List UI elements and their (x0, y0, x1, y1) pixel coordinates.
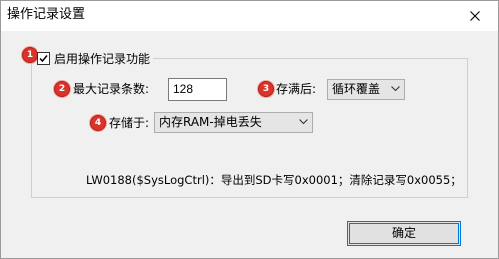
storage-select[interactable]: 内存RAM-掉电丢失 (154, 112, 313, 133)
close-button[interactable] (452, 1, 498, 31)
check-icon (39, 54, 48, 62)
title-bar[interactable]: 操作记录设置 (1, 1, 498, 31)
when-full-select[interactable]: 循环覆盖 (327, 79, 405, 100)
when-full-label: 存满后: (276, 82, 317, 96)
close-icon (470, 11, 480, 21)
badge-1: 1 (22, 47, 38, 63)
storage-label: 存储于: (109, 116, 150, 130)
when-full-value: 循环覆盖 (332, 82, 381, 96)
max-records-label: 最大记录条数: (73, 82, 150, 96)
enable-logging-toggle[interactable]: 启用操作记录功能 (37, 49, 154, 67)
badge-2: 2 (54, 81, 70, 97)
chevron-down-icon (391, 86, 400, 92)
enable-logging-label: 启用操作记录功能 (54, 51, 151, 66)
max-records-input[interactable]: 128 (168, 78, 227, 101)
badge-4: 4 (90, 115, 106, 131)
window-title: 操作记录设置 (7, 7, 86, 22)
storage-value: 内存RAM-掉电丢失 (159, 115, 262, 129)
dialog-window: 操作记录设置 1 启用操作记录功能 2 最大记录条数: 128 3 存满后: 循… (0, 0, 499, 259)
badge-3: 3 (258, 81, 274, 97)
chevron-down-icon (299, 119, 308, 125)
log-control-info: LW0188($SysLogCtrl)：导出到SD卡写0x0001；清除记录写0… (86, 173, 462, 187)
enable-logging-checkbox[interactable] (37, 51, 50, 65)
ok-button[interactable]: 确定 (347, 221, 461, 246)
